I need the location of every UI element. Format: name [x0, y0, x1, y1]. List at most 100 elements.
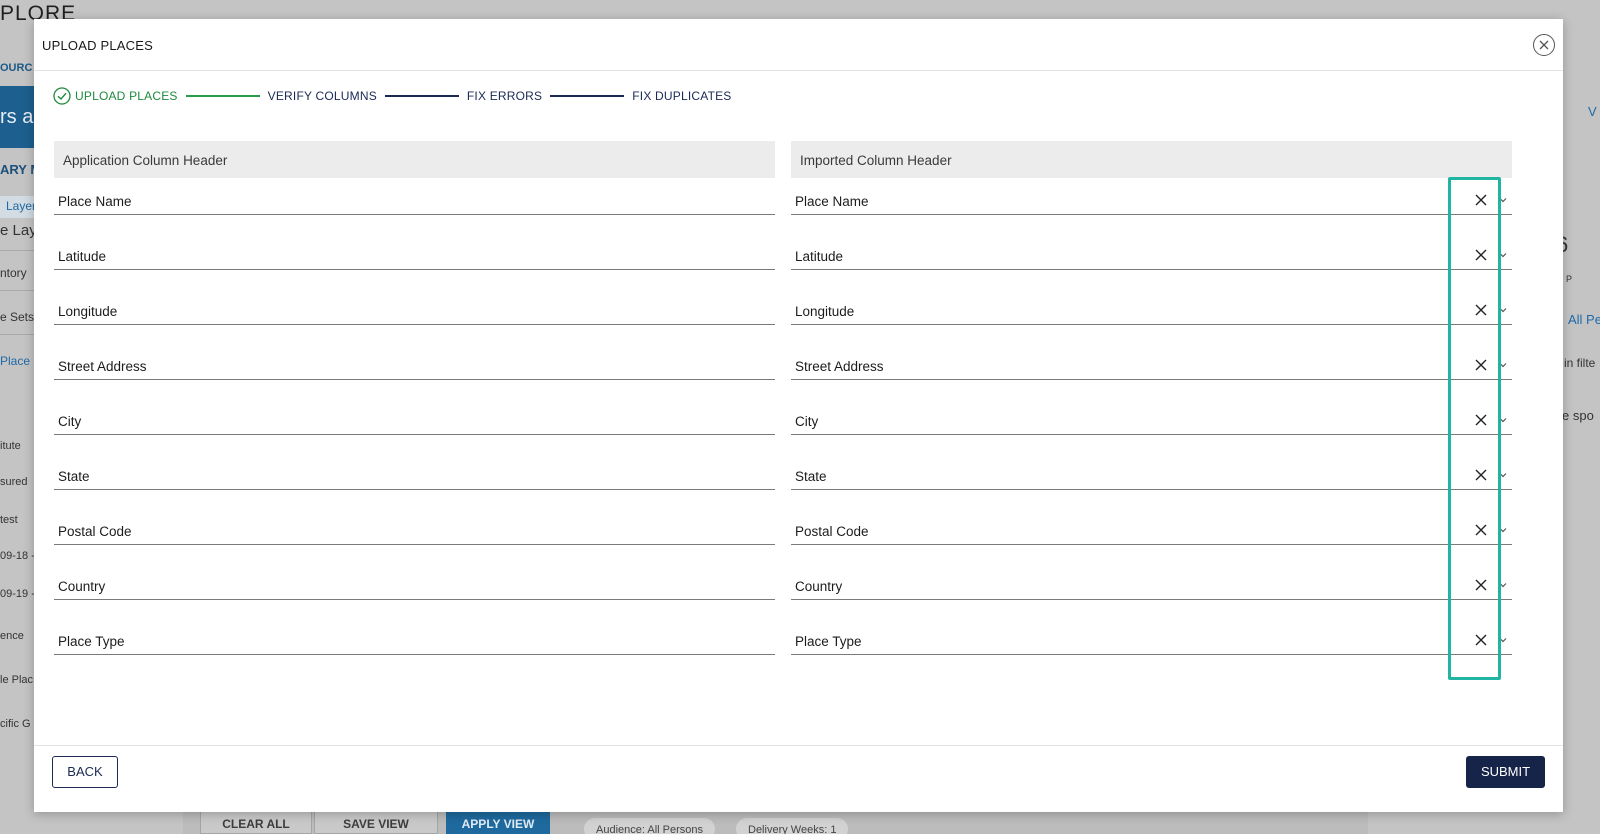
step-fix-errors: FIX ERRORS	[467, 89, 542, 103]
divider	[0, 250, 36, 251]
step-connector	[185, 95, 260, 97]
left-item: Place S	[0, 354, 36, 368]
application-field: Latitude	[54, 233, 775, 270]
left-item: ence	[0, 630, 24, 642]
imported-column-select[interactable]: Place Type	[791, 618, 1512, 655]
clear-icon[interactable]	[1474, 248, 1488, 262]
clear-icon[interactable]	[1474, 193, 1488, 207]
application-field: State	[54, 453, 775, 490]
selected-value: Longitude	[795, 304, 855, 319]
left-item: 09-19 -	[0, 588, 35, 600]
submit-button[interactable]: SUBMIT	[1466, 756, 1545, 788]
clear-icon[interactable]	[1474, 468, 1488, 482]
field-label: Place Name	[58, 194, 132, 209]
filter-chip: Delivery Weeks: 1	[736, 818, 849, 834]
back-button[interactable]: BACK	[52, 756, 118, 788]
chevron-down-icon[interactable]	[1498, 470, 1508, 480]
right-item: V	[1588, 104, 1597, 119]
chevron-down-icon[interactable]	[1498, 250, 1508, 260]
left-item: e Sets	[0, 310, 35, 324]
filter-chip: Audience: All Persons	[584, 818, 716, 834]
field-label: Street Address	[58, 359, 147, 374]
left-item: le Plac	[0, 674, 34, 686]
clear-icon[interactable]	[1474, 523, 1488, 537]
left-item: 09-18 -	[0, 550, 35, 562]
clear-icon[interactable]	[1474, 358, 1488, 372]
application-field: City	[54, 398, 775, 435]
step-upload-places: UPLOAD PLACES	[53, 87, 178, 105]
selected-value: Postal Code	[795, 524, 869, 539]
check-circle-icon	[53, 87, 71, 105]
application-column-header: Application Column Header	[54, 141, 775, 178]
field-label: Country	[58, 579, 106, 594]
step-fix-duplicates: FIX DUPLICATES	[632, 89, 731, 103]
dialog-footer: BACK SUBMIT	[34, 745, 1563, 812]
chevron-down-icon[interactable]	[1498, 635, 1508, 645]
left-item: ntory	[0, 266, 27, 280]
selected-value: Place Type	[795, 634, 862, 649]
field-label: Longitude	[58, 304, 118, 319]
left-item: itute	[0, 440, 21, 452]
right-item: in filte	[1564, 356, 1596, 370]
selected-value: Street Address	[795, 359, 884, 374]
imported-column-select[interactable]: Street Address	[791, 343, 1512, 380]
dialog-title: UPLOAD PLACES	[42, 38, 153, 53]
left-item: sured	[0, 476, 28, 488]
upload-places-dialog: UPLOAD PLACES UPLOAD PLACES VERIFY COLUM…	[34, 19, 1563, 812]
step-connector	[550, 95, 625, 97]
imported-column-header: Imported Column Header	[791, 141, 1512, 178]
left-item: e Lay	[0, 222, 36, 239]
step-connector	[384, 95, 459, 97]
imported-column-select[interactable]: State	[791, 453, 1512, 490]
step-label: VERIFY COLUMNS	[267, 89, 377, 103]
source-label: OURC	[0, 62, 33, 74]
divider	[0, 334, 36, 335]
clear-icon[interactable]	[1474, 578, 1488, 592]
imported-column-select[interactable]: Latitude	[791, 233, 1512, 270]
step-label: FIX DUPLICATES	[632, 89, 732, 103]
close-icon	[1539, 40, 1549, 50]
clear-icon[interactable]	[1474, 633, 1488, 647]
application-field: Place Type	[54, 618, 775, 655]
clear-icon[interactable]	[1474, 413, 1488, 427]
step-verify-columns: VERIFY COLUMNS	[268, 89, 377, 103]
selected-value: Country	[795, 579, 843, 594]
step-label: UPLOAD PLACES	[75, 89, 178, 103]
chevron-down-icon[interactable]	[1498, 360, 1508, 370]
clear-icon[interactable]	[1474, 303, 1488, 317]
chevron-down-icon[interactable]	[1498, 525, 1508, 535]
application-field: Country	[54, 563, 775, 600]
left-item: cific G	[0, 718, 31, 730]
right-item: P	[1566, 274, 1573, 284]
selected-value: Latitude	[795, 249, 844, 264]
field-label: City	[58, 414, 82, 429]
imported-column-select[interactable]: Country	[791, 563, 1512, 600]
chevron-down-icon[interactable]	[1498, 305, 1508, 315]
field-label: Postal Code	[58, 524, 132, 539]
dialog-header: UPLOAD PLACES	[34, 19, 1563, 71]
stepper: UPLOAD PLACES VERIFY COLUMNS FIX ERRORS …	[53, 86, 732, 106]
right-item: All Pe	[1568, 312, 1600, 327]
selected-value: State	[795, 469, 827, 484]
close-button[interactable]	[1533, 34, 1555, 56]
chevron-down-icon[interactable]	[1498, 415, 1508, 425]
field-label: Place Type	[58, 634, 125, 649]
step-label: FIX ERRORS	[466, 89, 543, 103]
selected-value: Place Name	[795, 194, 869, 209]
chevron-down-icon[interactable]	[1498, 580, 1508, 590]
application-field: Street Address	[54, 343, 775, 380]
application-field: Longitude	[54, 288, 775, 325]
field-label: State	[58, 469, 90, 484]
imported-column-select[interactable]: Postal Code	[791, 508, 1512, 545]
divider	[0, 290, 36, 291]
imported-column-select[interactable]: Longitude	[791, 288, 1512, 325]
chevron-down-icon[interactable]	[1498, 195, 1508, 205]
application-field: Postal Code	[54, 508, 775, 545]
right-item: e spo	[1562, 408, 1594, 423]
application-field: Place Name	[54, 178, 775, 215]
selected-value: City	[795, 414, 819, 429]
left-item: test	[0, 514, 18, 526]
imported-column-select[interactable]: Place Name	[791, 178, 1512, 215]
field-label: Latitude	[58, 249, 107, 264]
imported-column-select[interactable]: City	[791, 398, 1512, 435]
